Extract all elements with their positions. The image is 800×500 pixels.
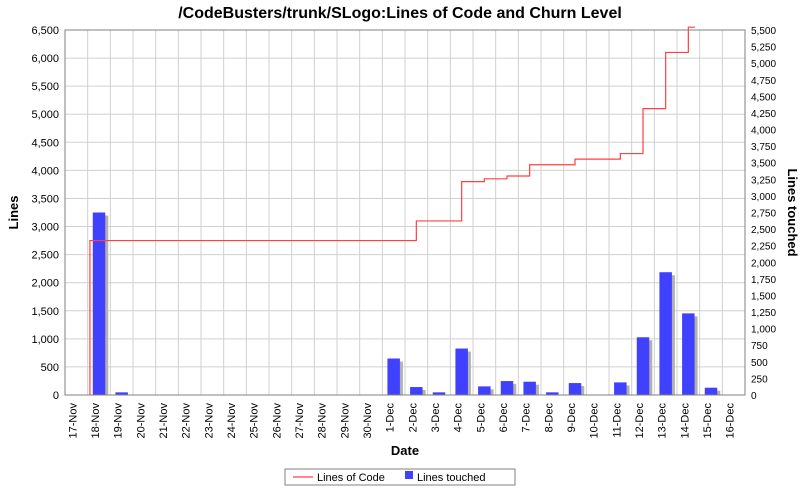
x-tick-label: 1-Dec [385, 403, 397, 433]
svg-text:1,500: 1,500 [751, 291, 776, 302]
x-tick-label: 18-Nov [90, 403, 102, 439]
y-axis-left-label: Lines [6, 196, 21, 230]
legend-item-lines-of-code: Lines of Code [317, 472, 385, 484]
svg-text:250: 250 [751, 374, 768, 385]
svg-text:3,000: 3,000 [31, 222, 59, 234]
bar [569, 383, 581, 395]
bar [614, 382, 626, 395]
legend-item-lines-touched: Lines touched [417, 472, 486, 484]
x-tick-label: 9-Dec [566, 403, 578, 433]
x-tick-label: 23-Nov [203, 403, 215, 439]
chart-title: /CodeBusters/trunk/SLogo:Lines of Code a… [178, 5, 622, 22]
svg-text:1,250: 1,250 [751, 308, 776, 319]
x-tick-label: 6-Dec [498, 403, 510, 433]
x-tick-label: 16-Dec [725, 403, 737, 439]
svg-text:2,000: 2,000 [751, 258, 776, 269]
bar [93, 213, 105, 396]
svg-text:4,750: 4,750 [751, 76, 776, 87]
x-tick-label: 7-Dec [521, 403, 533, 433]
x-tick-label: 29-Nov [339, 403, 351, 439]
svg-text:2,250: 2,250 [751, 242, 776, 253]
x-tick-label: 20-Nov [135, 403, 147, 439]
x-tick-label: 25-Nov [249, 403, 261, 439]
bar [705, 388, 717, 395]
svg-text:0: 0 [751, 391, 757, 402]
svg-text:6,500: 6,500 [31, 25, 59, 37]
x-tick-label: 17-Nov [67, 403, 79, 439]
svg-text:2,750: 2,750 [751, 209, 776, 220]
bar [455, 349, 467, 395]
svg-text:5,000: 5,000 [31, 109, 59, 121]
x-tick-label: 21-Nov [158, 403, 170, 439]
svg-text:5,250: 5,250 [751, 43, 776, 54]
svg-text:4,000: 4,000 [31, 165, 59, 177]
bar [682, 313, 694, 395]
svg-text:1,000: 1,000 [751, 325, 776, 336]
x-tick-label: 28-Nov [317, 403, 329, 439]
bar [637, 337, 649, 395]
svg-text:0: 0 [53, 390, 59, 402]
bar [659, 272, 671, 395]
bar [410, 387, 422, 395]
svg-text:3,500: 3,500 [751, 159, 776, 170]
svg-text:2,500: 2,500 [751, 225, 776, 236]
svg-text:3,250: 3,250 [751, 175, 776, 186]
x-tick-label: 10-Dec [589, 403, 601, 439]
bar [478, 386, 490, 395]
svg-text:500: 500 [751, 358, 768, 369]
svg-text:750: 750 [751, 341, 768, 352]
chart-container: 0 500 1,000 1,500 2,000 2,500 3,000 3,500 4,000 4… [0, 0, 800, 500]
x-tick-label: 11-Dec [611, 403, 623, 438]
x-tick-label: 4-Dec [453, 403, 465, 433]
x-tick-label: 24-Nov [226, 403, 238, 439]
bar [523, 382, 535, 395]
svg-text:3,000: 3,000 [751, 192, 776, 203]
x-tick-label: 5-Dec [475, 403, 487, 433]
x-tick-label: 14-Dec [679, 403, 691, 439]
x-tick-label: 30-Nov [362, 403, 374, 439]
x-tick-label: 3-Dec [430, 403, 442, 433]
y-axis-right-label: Lines touched [785, 168, 800, 256]
svg-text:4,500: 4,500 [751, 92, 776, 103]
svg-text:2,000: 2,000 [31, 278, 59, 290]
chart-svg: 0 500 1,000 1,500 2,000 2,500 3,000 3,500 4,000 4… [0, 0, 800, 500]
svg-text:3,500: 3,500 [31, 193, 59, 205]
x-tick-label: 8-Dec [543, 403, 555, 433]
svg-text:1,750: 1,750 [751, 275, 776, 286]
x-tick-label: 2-Dec [407, 403, 419, 433]
svg-text:5,500: 5,500 [751, 26, 776, 37]
svg-text:4,250: 4,250 [751, 109, 776, 120]
svg-text:4,500: 4,500 [31, 137, 59, 149]
svg-text:500: 500 [41, 362, 59, 374]
svg-text:1,000: 1,000 [31, 334, 59, 346]
svg-text:6,000: 6,000 [31, 53, 59, 65]
svg-text:3,750: 3,750 [751, 142, 776, 153]
x-tick-label: 12-Dec [634, 403, 646, 439]
svg-text:4,000: 4,000 [751, 126, 776, 137]
svg-text:5,500: 5,500 [31, 81, 59, 93]
x-tick-label: 13-Dec [657, 403, 669, 439]
x-tick-label: 19-Nov [113, 403, 125, 439]
x-axis-label: Date [391, 443, 419, 458]
svg-text:1,500: 1,500 [31, 306, 59, 318]
x-tick-label: 27-Nov [294, 403, 306, 439]
bar [501, 381, 513, 395]
x-tick-label: 15-Dec [702, 403, 714, 439]
svg-text:5,000: 5,000 [751, 59, 776, 70]
x-tick-label: 26-Nov [271, 403, 283, 439]
x-tick-label: 22-Nov [181, 403, 193, 439]
bar [387, 359, 399, 396]
svg-text:2,500: 2,500 [31, 250, 59, 262]
